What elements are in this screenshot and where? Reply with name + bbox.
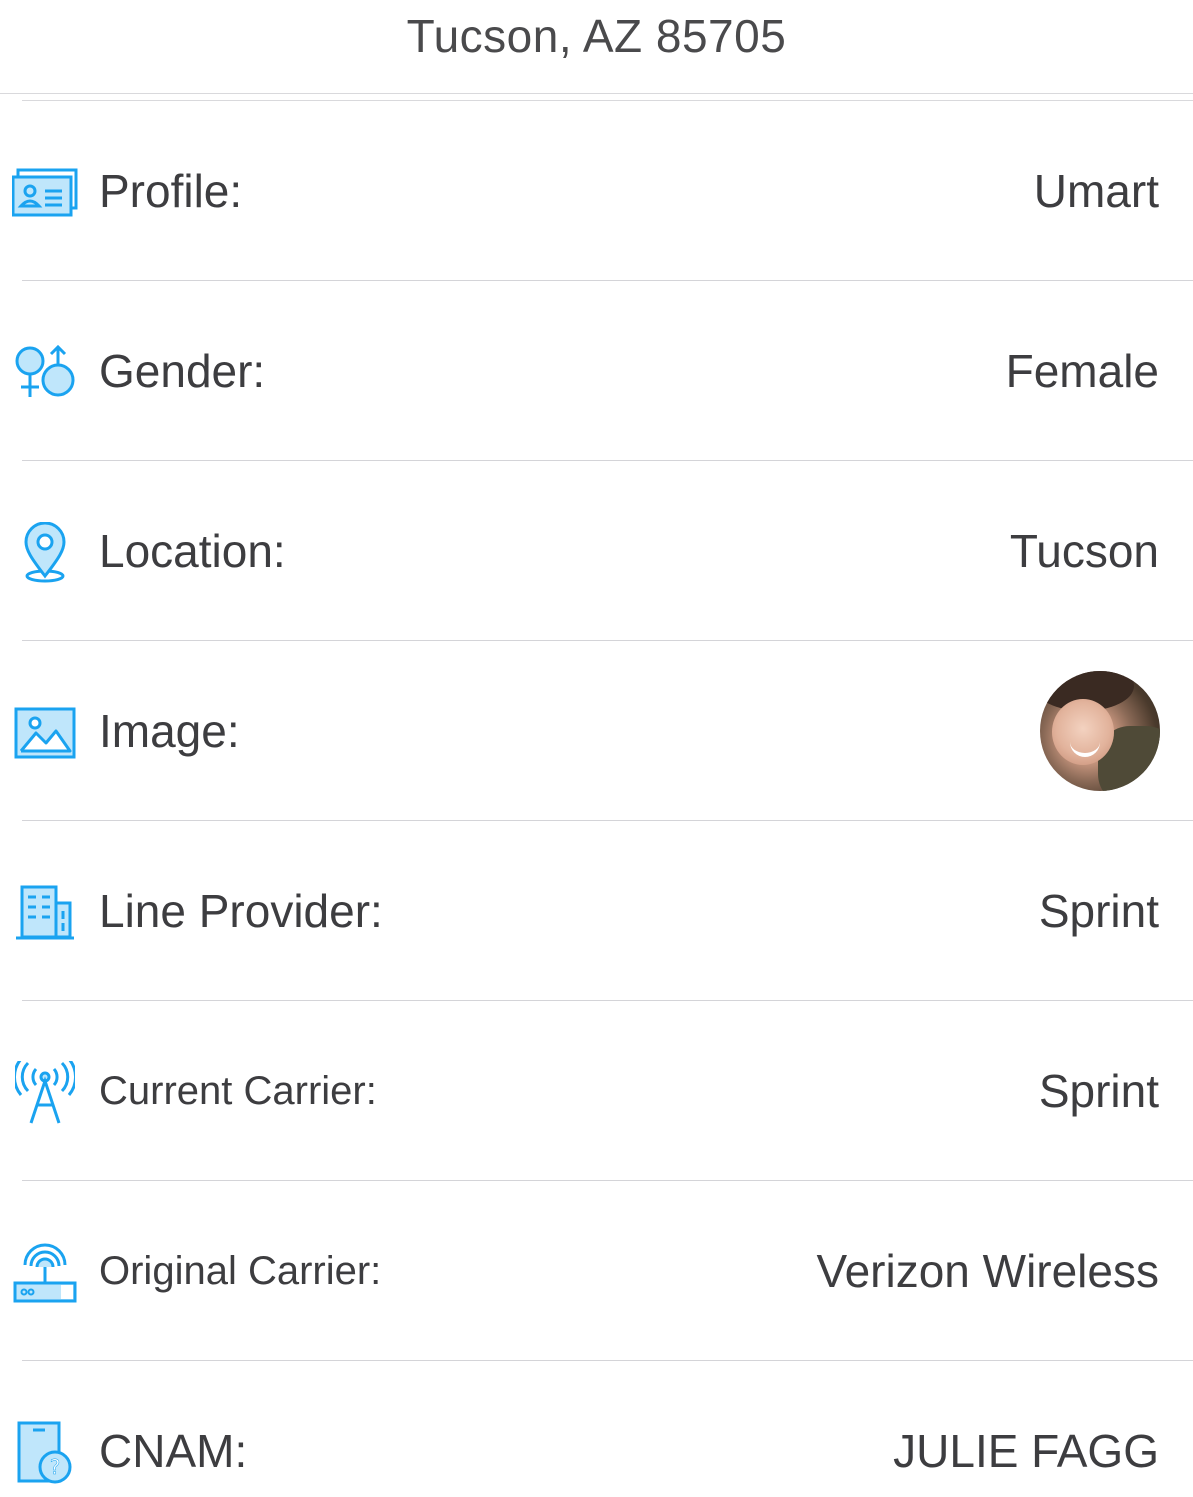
profile-card-icon: [12, 160, 78, 226]
image-row: Image:: [0, 641, 1193, 821]
location-value: Tucson: [1009, 525, 1159, 577]
antenna-tower-icon: [12, 1060, 78, 1126]
profile-row: Profile: Umart: [0, 101, 1193, 281]
line-provider-label: Line Provider:: [99, 885, 383, 937]
cnam-label: CNAM:: [99, 1425, 248, 1477]
gender-label: Gender:: [99, 345, 266, 397]
current-carrier-row: Current Carrier: Sprint: [0, 1001, 1193, 1181]
current-carrier-value: Sprint: [1038, 1065, 1159, 1117]
building-icon: [12, 880, 78, 946]
image-icon: [12, 700, 78, 766]
phone-question-icon: ?: [12, 1420, 78, 1486]
profile-value: Umart: [1033, 165, 1159, 217]
original-carrier-value: Verizon Wireless: [816, 1245, 1159, 1297]
original-carrier-label: Original Carrier:: [99, 1248, 382, 1293]
router-icon: [12, 1240, 78, 1306]
profile-label: Profile:: [99, 165, 243, 217]
details-list[interactable]: Profile: Umart Gender: Female Location: …: [0, 101, 1193, 1497]
line-provider-value: Sprint: [1038, 885, 1159, 937]
gender-row: Gender: Female: [0, 281, 1193, 461]
image-label: Image:: [99, 705, 240, 757]
location-pin-icon: [12, 520, 78, 586]
gender-value: Female: [1005, 345, 1159, 397]
profile-photo[interactable]: [1040, 671, 1160, 791]
original-carrier-row: Original Carrier: Verizon Wireless: [0, 1181, 1193, 1361]
header: Tucson, AZ 85705: [0, 0, 1193, 94]
line-provider-row: Line Provider: Sprint: [0, 821, 1193, 1001]
cnam-row: ? CNAM: JULIE FAGG: [0, 1361, 1193, 1497]
gender-icon: [12, 340, 78, 406]
lookup-details-page: Tucson, AZ 85705 Profile: Umart Gender: …: [0, 0, 1193, 1497]
svg-text:?: ?: [50, 1455, 61, 1479]
location-label: Location:: [99, 525, 286, 577]
address-text: Tucson, AZ 85705: [406, 10, 787, 62]
cnam-value: JULIE FAGG: [893, 1425, 1159, 1477]
current-carrier-label: Current Carrier:: [99, 1068, 377, 1113]
location-row: Location: Tucson: [0, 461, 1193, 641]
